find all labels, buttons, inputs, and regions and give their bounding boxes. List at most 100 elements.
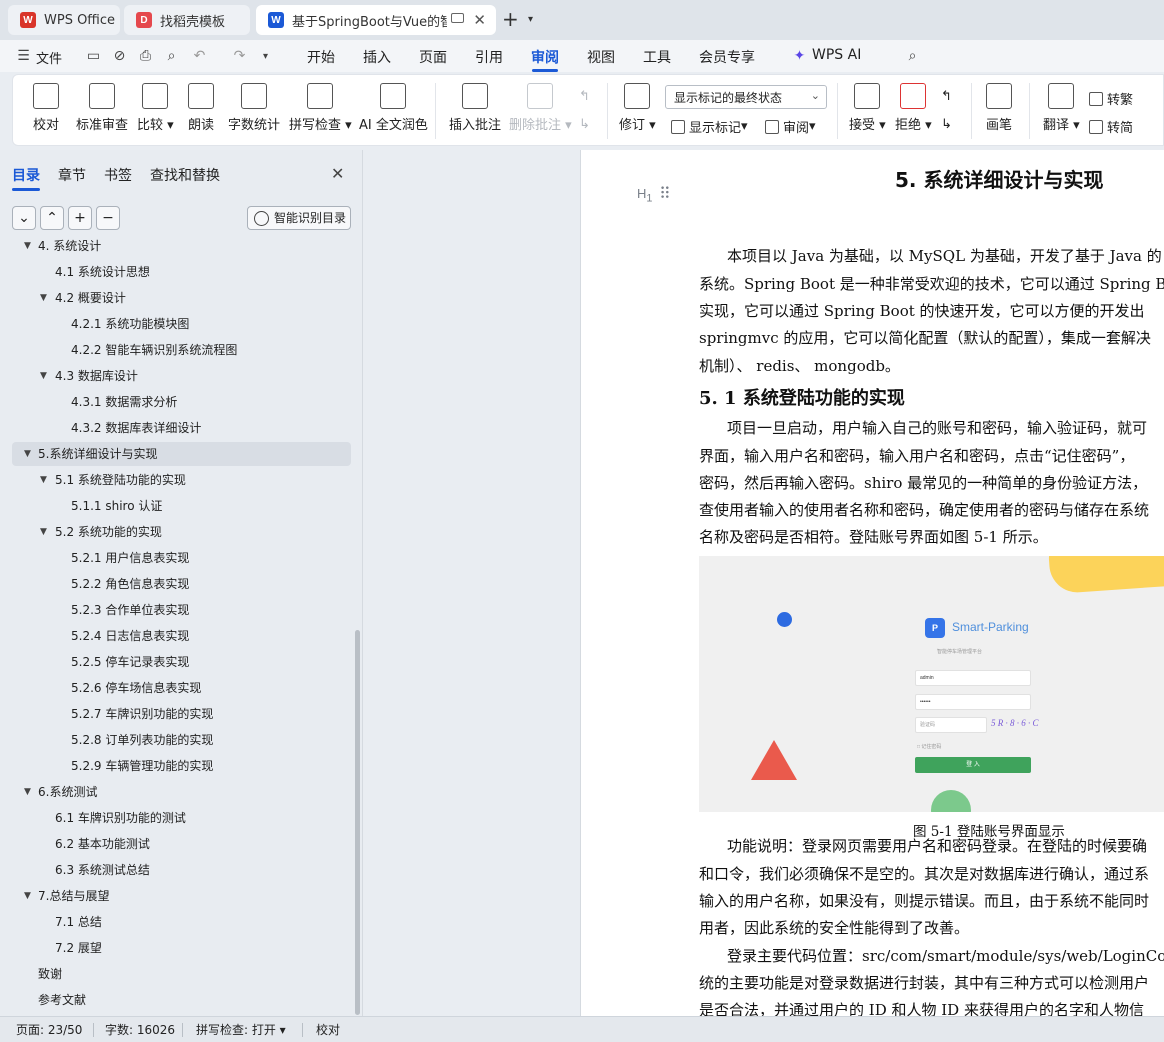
toc-item[interactable]: ▼ 7.总结与展望 bbox=[12, 884, 351, 908]
page-indicator[interactable]: 页面: 23/50 bbox=[16, 1021, 82, 1038]
toc-item[interactable]: ▼ 5.1 系统登陆功能的实现 bbox=[12, 468, 351, 492]
close-icon[interactable]: ✕ bbox=[473, 11, 486, 29]
toc-item[interactable]: 6.1 车牌识别功能的测试 bbox=[12, 806, 351, 830]
toc-item[interactable]: ▼ 6.系统测试 bbox=[12, 780, 351, 804]
toc-item[interactable]: 5.2.5 停车记录表实现 bbox=[12, 650, 351, 674]
drag-handle-icon[interactable]: ⠿ bbox=[659, 184, 671, 203]
decorative-shape bbox=[777, 612, 792, 627]
toc-item[interactable]: 4.3.1 数据需求分析 bbox=[12, 390, 351, 414]
toc-item[interactable]: 6.2 基本功能测试 bbox=[12, 832, 351, 856]
toc-item[interactable]: 4.3.2 数据库表详细设计 bbox=[12, 416, 351, 440]
word-count-icon bbox=[241, 83, 267, 109]
toc-item[interactable]: 5.2.4 日志信息表实现 bbox=[12, 624, 351, 648]
remove-heading-button[interactable]: − bbox=[96, 206, 120, 230]
toc-item[interactable]: 5.2.2 角色信息表实现 bbox=[12, 572, 351, 596]
toc-item[interactable]: 5.2.3 合作单位表实现 bbox=[12, 598, 351, 622]
toc-item[interactable]: 5.2.6 停车场信息表实现 bbox=[12, 676, 351, 700]
tab-docer-templates[interactable]: D 找稻壳模板 bbox=[124, 5, 250, 35]
hamburger-icon[interactable]: ☰ bbox=[16, 49, 31, 64]
proofread-status[interactable]: 校对 bbox=[316, 1021, 340, 1038]
toc-item[interactable]: 5.2.9 车辆管理功能的实现 bbox=[12, 754, 351, 778]
previous-change-icon[interactable]: ↰ bbox=[941, 89, 952, 104]
toc-item[interactable]: 4.1 系统设计思想 bbox=[12, 260, 351, 284]
toc-item[interactable]: ▼ 4.2 概要设计 bbox=[12, 286, 351, 310]
markup-display-select[interactable]: 显示标记的最终状态 ⌄ bbox=[665, 85, 827, 109]
reject-button[interactable]: 拒绝 ▾ bbox=[895, 83, 932, 133]
menu-page[interactable]: 页面 bbox=[419, 47, 447, 67]
previous-comment-icon[interactable]: ↰ bbox=[579, 89, 590, 104]
tab-wps-office[interactable]: W WPS Office bbox=[8, 5, 120, 35]
word-count-button[interactable]: 字数统计 bbox=[228, 83, 280, 133]
nav-tab-toc[interactable]: 目录 bbox=[12, 165, 40, 185]
new-tab-icon[interactable]: + bbox=[502, 9, 519, 29]
next-comment-icon[interactable]: ↳ bbox=[579, 117, 590, 132]
to-simplified-button[interactable]: 转简 bbox=[1089, 117, 1133, 136]
menu-tools[interactable]: 工具 bbox=[643, 47, 671, 67]
show-markup-button[interactable]: 显示标记 ▾ bbox=[671, 117, 748, 136]
review-pane-button[interactable]: 审阅 ▾ bbox=[765, 117, 816, 136]
menu-review[interactable]: 审阅 bbox=[531, 47, 559, 67]
toc-item[interactable]: 参考文献 bbox=[12, 988, 351, 1012]
to-traditional-button[interactable]: 转繁 bbox=[1089, 89, 1133, 108]
chevron-down-icon[interactable]: ▾ bbox=[528, 14, 533, 25]
toc-item[interactable]: ▼ 5.2 系统功能的实现 bbox=[12, 520, 351, 544]
print-icon[interactable]: ⎙ bbox=[138, 49, 153, 64]
compare-button[interactable]: 比较 ▾ bbox=[137, 83, 174, 133]
toc-item[interactable]: ▼ 4. 系统设计 bbox=[12, 236, 351, 258]
menu-file[interactable]: 文件 bbox=[36, 48, 62, 67]
search-icon[interactable]: ⌕ bbox=[905, 49, 920, 64]
close-icon[interactable]: ✕ bbox=[331, 164, 344, 183]
track-changes-button[interactable]: 修订 ▾ bbox=[619, 83, 656, 133]
read-aloud-button[interactable]: 朗读 bbox=[188, 83, 214, 133]
toc-item[interactable]: 7.2 展望 bbox=[12, 936, 351, 960]
toc-item[interactable]: 5.2.8 订单列表功能的实现 bbox=[12, 728, 351, 752]
toc-item[interactable]: 4.2.1 系统功能模块图 bbox=[12, 312, 351, 336]
document-page[interactable]: H1 ⠿ 5. 系统详细设计与实现 本项目以 Java 为基础，以 MySQL … bbox=[580, 150, 1164, 1016]
add-heading-button[interactable]: + bbox=[68, 206, 92, 230]
nav-tab-bookmarks[interactable]: 书签 bbox=[104, 165, 132, 185]
chevron-down-icon[interactable]: ▾ bbox=[258, 49, 273, 64]
spell-check-status[interactable]: 拼写检查: 打开 ▾ bbox=[196, 1021, 286, 1038]
toc-item-selected[interactable]: ▼ 5.系统详细设计与实现 bbox=[12, 442, 351, 466]
share-icon[interactable]: ⊘ bbox=[112, 49, 127, 64]
track-changes-icon bbox=[624, 83, 651, 109]
undo-icon[interactable]: ↶ bbox=[192, 49, 207, 64]
print-preview-icon[interactable]: ⌕ bbox=[164, 49, 179, 64]
heading-style-icon[interactable]: H1 bbox=[637, 186, 652, 205]
menu-member[interactable]: 会员专享 bbox=[699, 47, 755, 67]
menu-reference[interactable]: 引用 bbox=[475, 47, 503, 67]
ai-polish-button[interactable]: AI 全文润色 bbox=[359, 83, 428, 133]
smart-toc-button[interactable]: 智能识别目录 bbox=[247, 206, 351, 230]
nav-tab-chapters[interactable]: 章节 bbox=[58, 165, 86, 185]
nav-tab-find-replace[interactable]: 查找和替换 bbox=[150, 165, 220, 185]
collapse-all-button[interactable]: ⌄ bbox=[12, 206, 36, 230]
translate-button[interactable]: 翻译 ▾ bbox=[1043, 83, 1080, 133]
menu-view[interactable]: 视图 bbox=[587, 47, 615, 67]
delete-comment-button[interactable]: 删除批注 ▾ bbox=[509, 83, 572, 133]
menu-wps-ai[interactable]: WPS AI bbox=[812, 47, 861, 63]
toc-item[interactable]: 6.3 系统测试总结 bbox=[12, 858, 351, 882]
save-icon[interactable]: ▭ bbox=[86, 49, 101, 64]
menu-start[interactable]: 开始 bbox=[307, 47, 335, 67]
insert-comment-button[interactable]: 插入批注 bbox=[449, 83, 501, 133]
spell-check-button[interactable]: 拼写检查 ▾ bbox=[289, 83, 352, 133]
menu-insert[interactable]: 插入 bbox=[363, 47, 391, 67]
next-change-icon[interactable]: ↳ bbox=[941, 117, 952, 132]
pen-button[interactable]: 画笔 bbox=[986, 83, 1012, 133]
toc-item[interactable]: 致谢 bbox=[12, 962, 351, 986]
toc-item[interactable]: 7.1 总结 bbox=[12, 910, 351, 934]
standard-review-button[interactable]: 标准审查 bbox=[76, 83, 128, 133]
monitor-icon[interactable] bbox=[451, 13, 464, 23]
toc-item[interactable]: ▼ 4.3 数据库设计 bbox=[12, 364, 351, 388]
toc-item[interactable]: 4.2.2 智能车辆识别系统流程图 bbox=[12, 338, 351, 362]
word-count-indicator[interactable]: 字数: 16026 bbox=[105, 1021, 175, 1038]
toc-scrollbar[interactable] bbox=[355, 630, 360, 1015]
toc-item[interactable]: 5.2.1 用户信息表实现 bbox=[12, 546, 351, 570]
proofread-button[interactable]: 校对 bbox=[33, 83, 59, 133]
accept-button[interactable]: 接受 ▾ bbox=[849, 83, 886, 133]
redo-icon[interactable]: ↷ bbox=[232, 49, 247, 64]
toc-item[interactable]: 5.1.1 shiro 认证 bbox=[12, 494, 351, 518]
tab-current-document[interactable]: W 基于SpringBoot与Vue的智能 ✕ bbox=[256, 5, 496, 35]
toc-item[interactable]: 5.2.7 车牌识别功能的实现 bbox=[12, 702, 351, 726]
expand-up-button[interactable]: ⌃ bbox=[40, 206, 64, 230]
